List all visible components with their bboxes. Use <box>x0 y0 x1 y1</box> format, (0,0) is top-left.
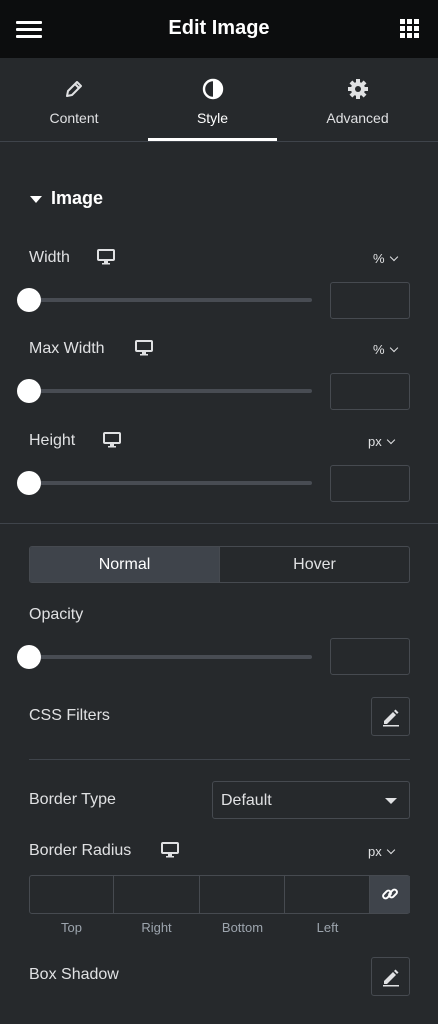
border-radius-right-input[interactable] <box>114 876 200 913</box>
pencil-icon <box>383 709 399 727</box>
max-width-slider[interactable] <box>29 389 312 393</box>
chevron-down-icon <box>389 343 398 353</box>
section-divider <box>29 759 410 760</box>
panel-tabs: Content Style Advanced <box>0 58 438 142</box>
section-divider <box>0 523 438 524</box>
bottom-label: Bottom <box>221 920 264 935</box>
css-filters-label: CSS Filters <box>29 707 110 724</box>
caret-down-icon[interactable] <box>30 196 42 203</box>
border-type-value: Default <box>221 792 272 809</box>
unit-label: px <box>368 434 382 449</box>
border-type-select[interactable]: Default <box>212 781 410 819</box>
width-slider-handle[interactable] <box>17 288 41 312</box>
opacity-label: Opacity <box>29 606 84 623</box>
desktop-icon[interactable] <box>135 340 153 356</box>
width-slider[interactable] <box>29 298 312 302</box>
top-label: Top <box>61 920 82 935</box>
height-slider-handle[interactable] <box>17 471 41 495</box>
height-input[interactable] <box>330 465 410 502</box>
chevron-down-icon <box>389 252 398 262</box>
css-filters-edit-button[interactable] <box>371 697 410 736</box>
half-circle-icon <box>202 78 223 100</box>
tab-label: Style <box>196 110 229 126</box>
active-tab-indicator <box>148 138 277 141</box>
width-label: Width <box>29 249 70 266</box>
border-radius-bottom-input[interactable] <box>200 876 285 913</box>
desktop-icon[interactable] <box>97 249 115 265</box>
opacity-input[interactable] <box>330 638 410 675</box>
opacity-slider[interactable] <box>29 655 312 659</box>
width-input[interactable] <box>330 282 410 319</box>
opacity-slider-handle[interactable] <box>17 645 41 669</box>
max-width-label: Max Width <box>29 340 105 357</box>
pencil-icon <box>383 969 399 987</box>
hover-tab[interactable]: Hover <box>220 547 409 582</box>
max-width-input[interactable] <box>330 373 410 410</box>
box-shadow-label: Box Shadow <box>29 966 119 983</box>
max-width-slider-handle[interactable] <box>17 379 41 403</box>
border-radius-top-input[interactable] <box>30 876 114 913</box>
tab-style[interactable]: Style <box>148 58 277 142</box>
gear-icon <box>347 79 368 99</box>
unit-label: % <box>373 342 385 357</box>
chevron-down-icon <box>386 845 395 855</box>
border-radius-unit-select[interactable]: px <box>368 844 395 859</box>
left-label: Left <box>316 920 339 935</box>
normal-tab[interactable]: Normal <box>30 547 219 582</box>
link-icon <box>382 888 398 900</box>
tab-label: Advanced <box>326 110 389 126</box>
dropdown-arrow-icon <box>385 798 397 804</box>
box-shadow-edit-button[interactable] <box>371 957 410 996</box>
unit-label: % <box>373 251 385 266</box>
chevron-down-icon <box>386 435 395 445</box>
tab-advanced[interactable]: Advanced <box>277 58 438 142</box>
max-width-unit-select[interactable]: % <box>373 342 398 357</box>
pencil-icon <box>66 81 82 97</box>
tab-label: Content <box>49 110 99 126</box>
tab-content[interactable]: Content <box>0 58 148 142</box>
height-label: Height <box>29 432 76 449</box>
height-unit-select[interactable]: px <box>368 434 395 449</box>
link-values-button[interactable] <box>370 876 410 913</box>
section-title[interactable]: Image <box>51 188 103 209</box>
border-radius-fields <box>29 875 410 914</box>
panel-title: Edit Image <box>168 17 270 39</box>
desktop-icon[interactable] <box>161 842 179 858</box>
border-radius-left-input[interactable] <box>285 876 370 913</box>
right-label: Right <box>141 920 172 935</box>
unit-label: px <box>368 844 382 859</box>
state-switch: Normal Hover <box>29 546 410 583</box>
desktop-icon[interactable] <box>103 432 121 448</box>
top-bar: Edit Image <box>0 0 438 58</box>
grid-icon[interactable] <box>400 19 420 39</box>
border-type-label: Border Type <box>29 791 116 808</box>
border-radius-label: Border Radius <box>29 842 132 859</box>
width-unit-select[interactable]: % <box>373 251 398 266</box>
height-slider[interactable] <box>29 481 312 485</box>
